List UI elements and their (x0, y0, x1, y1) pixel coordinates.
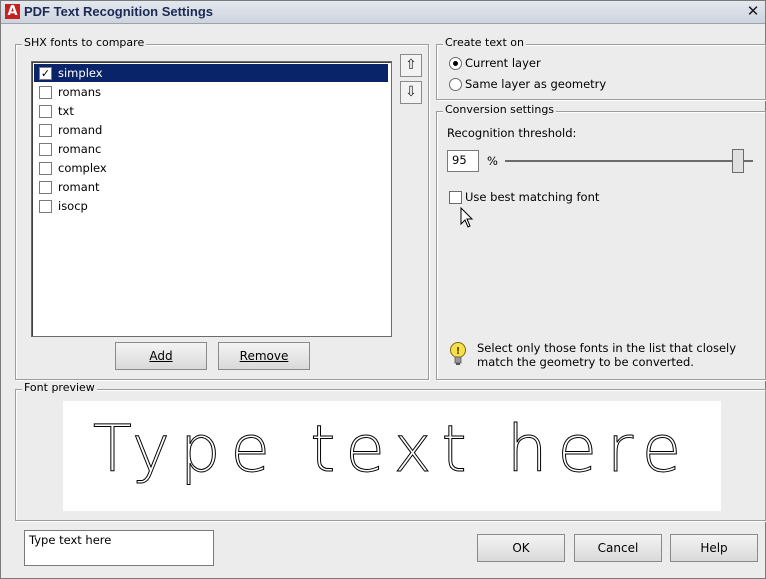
list-item[interactable]: txt (34, 102, 388, 120)
list-item[interactable]: romanc (34, 140, 388, 158)
conversion-settings-legend: Conversion settings (443, 103, 557, 116)
checkbox[interactable] (39, 181, 52, 194)
conversion-settings-group: Conversion settings Recognition threshol… (436, 103, 766, 380)
shx-font-list[interactable]: ✓ simplex romans txt romand romanc compl… (31, 61, 392, 337)
checkbox[interactable] (39, 105, 52, 118)
threshold-slider-thumb[interactable] (732, 149, 744, 173)
list-item-label: romant (58, 180, 100, 194)
checkbox[interactable] (39, 162, 52, 175)
move-down-button[interactable]: ⇩ (400, 81, 422, 104)
title-bar: A PDF Text Recognition Settings ✕ (1, 1, 765, 24)
list-item-label: complex (58, 161, 107, 175)
create-text-on-group: Create text on Current layer Same layer … (436, 36, 766, 100)
lightbulb-icon: ! (450, 342, 466, 365)
window-title: PDF Text Recognition Settings (24, 4, 213, 19)
list-item-label: simplex (58, 66, 103, 80)
shx-fonts-legend: SHX fonts to compare (22, 36, 147, 49)
font-preview-legend: Font preview (22, 381, 97, 394)
svg-text:!: ! (456, 346, 461, 357)
checkbox[interactable] (39, 86, 52, 99)
cancel-button[interactable]: Cancel (574, 534, 662, 562)
list-item-label: romans (58, 85, 102, 99)
font-preview-canvas: Type text here (63, 401, 721, 511)
mouse-pointer-icon (460, 207, 474, 228)
close-button[interactable]: ✕ (745, 3, 761, 19)
shx-fonts-group: SHX fonts to compare ✓ simplex romans tx… (15, 36, 429, 380)
threshold-unit: % (487, 154, 498, 168)
list-item[interactable]: romans (34, 83, 388, 101)
add-button-label: Add (149, 349, 173, 363)
checkbox[interactable] (39, 124, 52, 137)
conversion-hint: Select only those fonts in the list that… (477, 341, 737, 369)
create-text-on-legend: Create text on (443, 36, 526, 49)
font-preview-text: Type text here (92, 413, 692, 488)
threshold-input[interactable]: 95 (447, 150, 479, 172)
list-item-label: txt (58, 104, 74, 118)
threshold-slider-track[interactable] (505, 160, 753, 162)
threshold-label: Recognition threshold: (447, 126, 577, 140)
list-item[interactable]: complex (34, 159, 388, 177)
list-item-label: romanc (58, 142, 102, 156)
move-up-button[interactable]: ⇧ (400, 54, 422, 77)
list-item[interactable]: romant (34, 178, 388, 196)
use-best-matching-checkbox[interactable] (449, 191, 462, 204)
current-layer-label: Current layer (465, 56, 541, 70)
checkbox[interactable] (39, 200, 52, 213)
same-layer-radio[interactable] (449, 78, 462, 91)
checkbox[interactable] (39, 143, 52, 156)
preview-text-input[interactable]: Type text here (24, 530, 214, 566)
list-item[interactable]: ✓ simplex (34, 64, 388, 82)
ok-button[interactable]: OK (477, 534, 565, 562)
remove-button-label: Remove (239, 349, 289, 363)
checkbox-checked[interactable]: ✓ (39, 67, 52, 80)
same-layer-label: Same layer as geometry (465, 77, 607, 91)
autocad-app-icon: A (5, 4, 20, 19)
list-item[interactable]: isocp (34, 197, 388, 215)
help-button[interactable]: Help (670, 534, 758, 562)
current-layer-radio[interactable] (449, 57, 462, 70)
pdf-text-recognition-dialog: A PDF Text Recognition Settings ✕ SHX fo… (0, 0, 766, 579)
list-item-label: isocp (58, 199, 88, 213)
use-best-matching-label: Use best matching font (465, 190, 600, 204)
add-button[interactable]: Add (115, 342, 207, 370)
list-item-label: romand (58, 123, 103, 137)
remove-button[interactable]: Remove (218, 342, 310, 370)
list-item[interactable]: romand (34, 121, 388, 139)
